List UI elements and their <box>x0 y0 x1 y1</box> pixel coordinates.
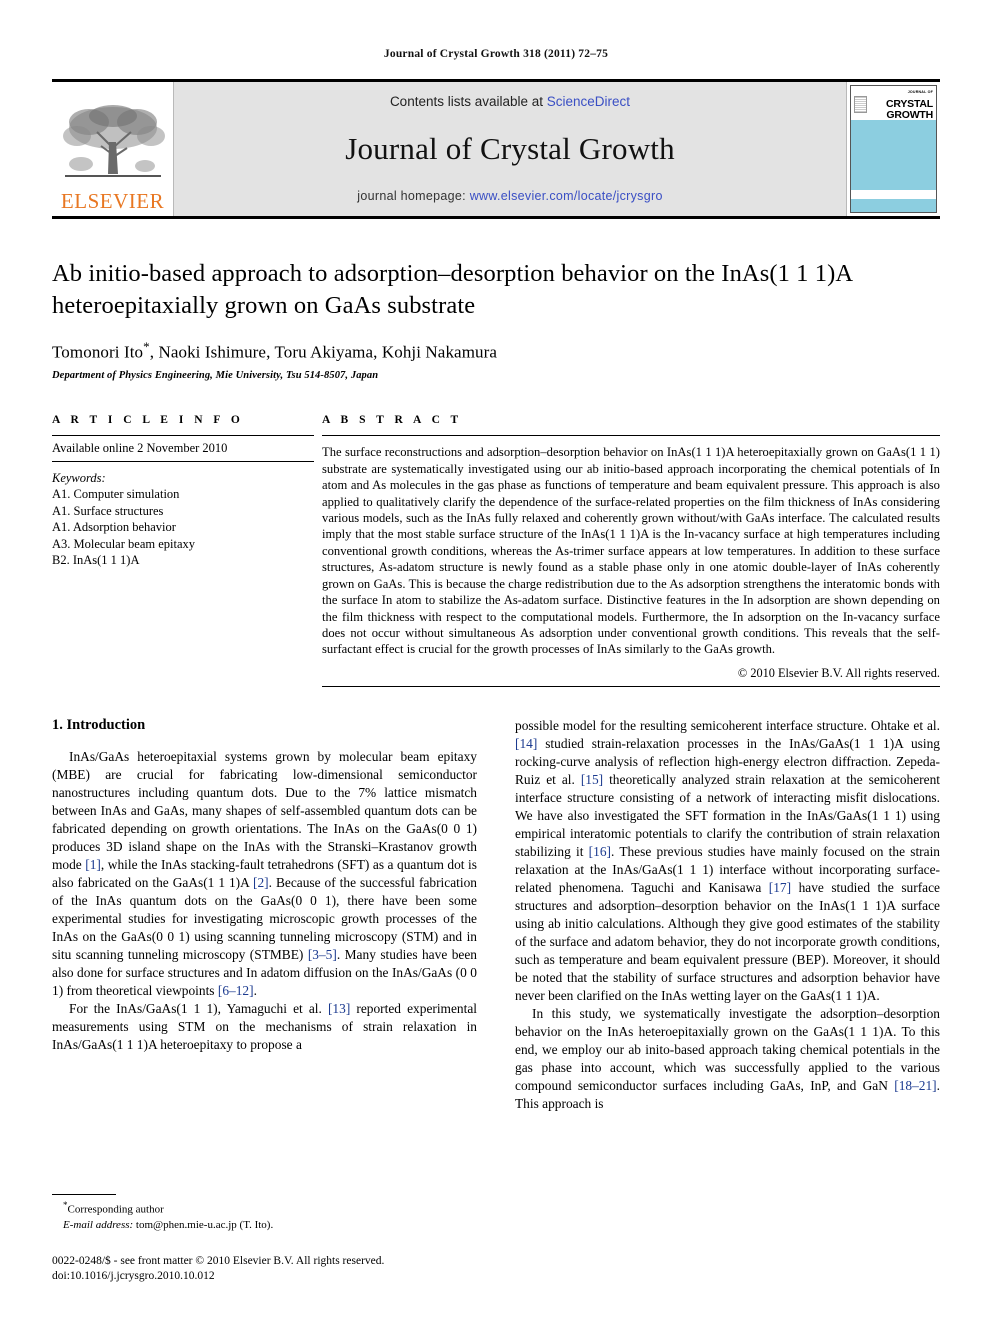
abstract-text: The surface reconstructions and adsorpti… <box>322 445 940 657</box>
elsevier-wordmark: ELSEVIER <box>60 189 165 213</box>
keyword-item: B2. InAs(1 1 1)A <box>52 553 140 568</box>
paper-title: Ab initio-based approach to adsorption–d… <box>52 260 852 319</box>
corresponding-author-note: *Corresponding author <box>52 1199 472 1218</box>
citation-ref[interactable]: [14] <box>515 736 537 751</box>
cover-journal-of-label: JOURNAL OF <box>907 90 933 95</box>
doi-line[interactable]: doi:10.1016/j.jcrysgro.2010.10.012 <box>52 1269 472 1285</box>
cover-white-gap <box>851 190 936 199</box>
info-abstract-row: A R T I C L E I N F O Available online 2… <box>52 414 940 687</box>
available-online-date: Available online 2 November 2010 <box>52 436 314 463</box>
cover-color-band-large <box>851 120 936 190</box>
homepage-prefix: journal homepage: <box>357 189 470 203</box>
paragraph-text: For the InAs/GaAs(1 1 1), Yamaguchi et a… <box>52 1001 477 1053</box>
email-value[interactable]: tom@phen.mie-u.ac.jp (T. Ito). <box>136 1219 273 1231</box>
article-info-heading: A R T I C L E I N F O <box>52 414 244 427</box>
paragraph: For the InAs/GaAs(1 1 1), Yamaguchi et a… <box>52 1000 477 1054</box>
citation-ref[interactable]: [16] <box>589 844 611 859</box>
abstract-heading: A B S T R A C T <box>322 414 463 427</box>
cover-inner: JOURNAL OF CRYSTAL GROWTH <box>850 85 937 213</box>
issn-block: 0022-0248/$ - see front matter © 2010 El… <box>52 1254 472 1285</box>
citation-ref[interactable]: [13] <box>328 1001 350 1016</box>
paragraph: InAs/GaAs heteroepitaxial systems grown … <box>52 748 477 1000</box>
corresponding-marker-icon: * <box>143 338 150 354</box>
email-label: E-mail address: <box>63 1218 134 1231</box>
issn-line: 0022-0248/$ - see front matter © 2010 El… <box>52 1254 385 1267</box>
abstract-copyright: © 2010 Elsevier B.V. All rights reserved… <box>322 666 940 687</box>
paragraph-text: In this study, we systematically investi… <box>515 1006 940 1112</box>
keyword-item: A1. Surface structures <box>52 503 164 518</box>
journal-masthead: ELSEVIER Contents lists available at Sci… <box>52 79 940 219</box>
citation-ref[interactable]: [17] <box>769 880 791 895</box>
citation-ref[interactable]: [3–5] <box>308 947 337 962</box>
cover-mini-image-icon <box>854 95 867 113</box>
citation-ref[interactable]: [1] <box>85 857 101 872</box>
citation-ref[interactable]: [2] <box>253 875 269 890</box>
masthead-center: Contents lists available at ScienceDirec… <box>174 82 846 216</box>
elsevier-logo: ELSEVIER <box>52 82 174 216</box>
journal-homepage-link[interactable]: www.elsevier.com/locate/jcrysgro <box>470 189 663 203</box>
paragraph-text: possible model for the resulting semicoh… <box>515 717 940 1004</box>
title-block: Ab initio-based approach to adsorption–d… <box>52 258 940 381</box>
running-head: Journal of Crystal Growth 318 (2011) 72–… <box>383 48 609 60</box>
article-info-column: A R T I C L E I N F O Available online 2… <box>52 414 314 686</box>
keyword-item: A1. Adsorption behavior <box>52 520 176 535</box>
body-column-left: 1. Introduction InAs/GaAs heteroepitaxia… <box>52 717 477 1114</box>
author-list: Tomonori Ito*, Naoki Ishimure, Toru Akiy… <box>52 338 498 362</box>
contents-prefix: Contents lists available at <box>389 94 547 109</box>
sciencedirect-link[interactable]: ScienceDirect <box>547 94 630 109</box>
article-page: Journal of Crystal Growth 318 (2011) 72–… <box>0 0 992 1323</box>
paragraph: possible model for the resulting semicoh… <box>515 717 940 1006</box>
email-note: E-mail address: tom@phen.mie-u.ac.jp (T.… <box>52 1218 472 1233</box>
section-title-introduction: 1. Introduction <box>52 716 146 733</box>
body-column-right: possible model for the resulting semicoh… <box>515 717 940 1114</box>
affiliation: Department of Physics Engineering, Mie U… <box>52 370 379 382</box>
cover-header: JOURNAL OF CRYSTAL GROWTH <box>851 86 936 120</box>
cover-title-line2: GROWTH <box>886 108 933 121</box>
keyword-item: A3. Molecular beam epitaxy <box>52 536 196 551</box>
corresponding-author-text: Corresponding author <box>67 1203 164 1216</box>
citation-ref[interactable]: [6–12] <box>218 983 254 998</box>
journal-cover-thumbnail: JOURNAL OF CRYSTAL GROWTH <box>846 82 940 216</box>
elsevier-tree-icon <box>61 102 165 190</box>
citation-ref[interactable]: [15] <box>581 772 603 787</box>
abstract-column: A B S T R A C T The surface reconstructi… <box>314 414 940 687</box>
footnote-rule <box>52 1193 116 1195</box>
keyword-item: A1. Computer simulation <box>52 487 180 502</box>
paragraph-text: InAs/GaAs heteroepitaxial systems grown … <box>52 748 477 999</box>
cover-color-band-small <box>851 199 936 212</box>
cover-title: JOURNAL OF CRYSTAL GROWTH <box>870 87 933 120</box>
footnote-zone: *Corresponding author E-mail address: to… <box>52 1193 472 1285</box>
paragraph: In this study, we systematically investi… <box>515 1005 940 1113</box>
journal-name: Journal of Crystal Growth <box>345 130 675 166</box>
contents-lists-line: Contents lists available at ScienceDirec… <box>390 94 630 109</box>
citation-ref[interactable]: [18–21] <box>894 1078 936 1093</box>
journal-homepage-line: journal homepage: www.elsevier.com/locat… <box>357 189 662 203</box>
body-columns: 1. Introduction InAs/GaAs heteroepitaxia… <box>52 717 940 1114</box>
keywords-label: Keywords: <box>52 471 106 486</box>
